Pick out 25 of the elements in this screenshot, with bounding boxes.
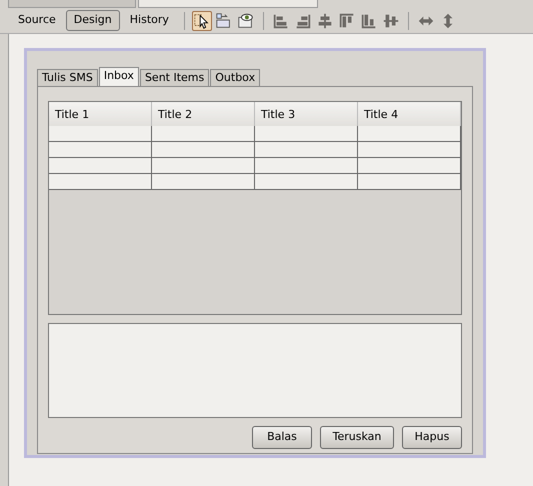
action-button[interactable]: Balas	[252, 426, 312, 448]
selection-cursor-icon	[192, 12, 211, 30]
action-button[interactable]: Hapus	[402, 426, 462, 448]
tab[interactable]: Inbox	[98, 67, 139, 86]
view-tab[interactable]: Design	[66, 10, 120, 31]
align-middle-icon	[382, 12, 400, 30]
tab[interactable]: Outbox	[210, 69, 260, 86]
view-tab[interactable]: Source	[10, 10, 64, 31]
column-header[interactable]: Title 2	[152, 102, 255, 126]
eye-window-icon	[236, 12, 255, 30]
tab[interactable]: Tulis SMS	[37, 69, 98, 86]
align-right-icon	[294, 12, 312, 30]
column-header[interactable]: Title 4	[358, 102, 461, 126]
view-tab[interactable]: History	[122, 10, 177, 31]
text-area[interactable]	[48, 323, 462, 418]
action-button[interactable]: Teruskan	[320, 426, 394, 448]
align-top-icon	[338, 12, 356, 30]
align-center-icon	[316, 12, 334, 30]
tab[interactable]: Sent Items	[140, 69, 210, 86]
connection-icon	[214, 12, 233, 30]
toolbar-button[interactable]	[192, 10, 212, 30]
column-header[interactable]: Title 3	[255, 102, 358, 126]
align-bottom-icon	[360, 12, 378, 30]
align-left-icon	[272, 12, 290, 30]
column-header[interactable]: Title 1	[49, 102, 152, 126]
